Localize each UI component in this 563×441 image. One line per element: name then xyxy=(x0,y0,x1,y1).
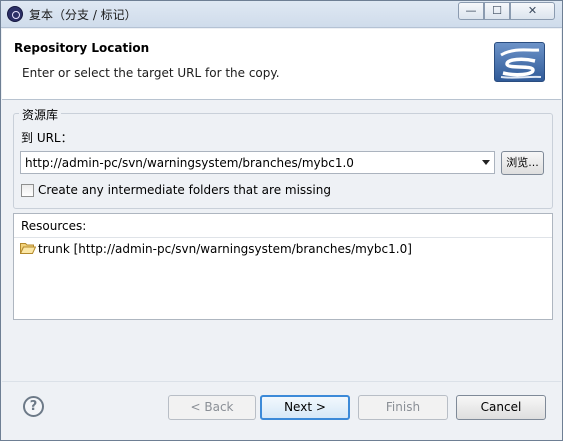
page-description: Enter or select the target URL for the c… xyxy=(22,66,280,80)
url-label: 到 URL： xyxy=(21,131,73,145)
subversion-wizard-banner-icon xyxy=(494,42,545,82)
resources-label: Resources: xyxy=(21,219,87,233)
maximize-button[interactable]: ☐ xyxy=(484,2,510,20)
copy-dialog: 复本（分支 / 标记） — ☐ ✕ Repository Location En… xyxy=(0,0,563,441)
minimize-icon: — xyxy=(465,4,477,17)
chevron-down-icon[interactable] xyxy=(482,160,490,165)
wizard-header: Repository Location Enter or select the … xyxy=(2,29,561,100)
create-folders-checkbox[interactable] xyxy=(21,184,34,197)
resources-header: Resources: xyxy=(14,214,552,238)
url-combobox-value: http://admin-pc/svn/warningsystem/branch… xyxy=(25,156,354,170)
page-title: Repository Location xyxy=(14,41,150,55)
browse-button[interactable]: 浏览... xyxy=(501,151,544,175)
url-combobox[interactable]: http://admin-pc/svn/warningsystem/branch… xyxy=(20,151,495,174)
close-icon: ✕ xyxy=(527,4,538,17)
repository-group-legend: 资源库 xyxy=(19,106,62,123)
tree-item-label: trunk [http://admin-pc/svn/warningsystem… xyxy=(38,242,412,256)
help-icon[interactable]: ? xyxy=(23,396,44,417)
cancel-button[interactable]: Cancel xyxy=(456,395,546,420)
tree-item[interactable]: trunk [http://admin-pc/svn/warningsystem… xyxy=(20,242,412,256)
resources-panel: Resources: trunk [http://admin-pc/svn/wa… xyxy=(13,213,553,320)
folder-open-icon xyxy=(20,243,36,254)
finish-button[interactable]: Finish xyxy=(358,395,448,420)
eclipse-app-icon xyxy=(7,6,23,22)
back-button[interactable]: < Back xyxy=(168,395,256,420)
create-folders-label[interactable]: Create any intermediate folders that are… xyxy=(38,183,331,197)
close-button[interactable]: ✕ xyxy=(510,2,555,20)
title-bar[interactable]: 复本（分支 / 标记） — ☐ ✕ xyxy=(1,1,562,28)
maximize-icon: ☐ xyxy=(492,4,502,17)
footer-separator xyxy=(2,381,561,382)
next-button[interactable]: Next > xyxy=(260,395,350,420)
minimize-button[interactable]: — xyxy=(458,2,484,20)
window-title: 复本（分支 / 标记） xyxy=(29,8,137,22)
